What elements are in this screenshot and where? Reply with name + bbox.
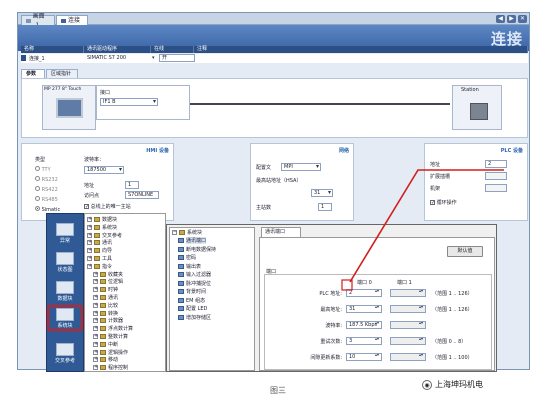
red-callout-polyline — [349, 169, 504, 283]
callout-line — [341, 169, 504, 291]
wechat-icon: ◉ — [422, 379, 432, 390]
watermark: ◉ 上海坤玛机电 — [422, 379, 483, 390]
watermark-text: 上海坤玛机电 — [435, 380, 483, 389]
figure-caption: 图三 — [270, 386, 286, 395]
